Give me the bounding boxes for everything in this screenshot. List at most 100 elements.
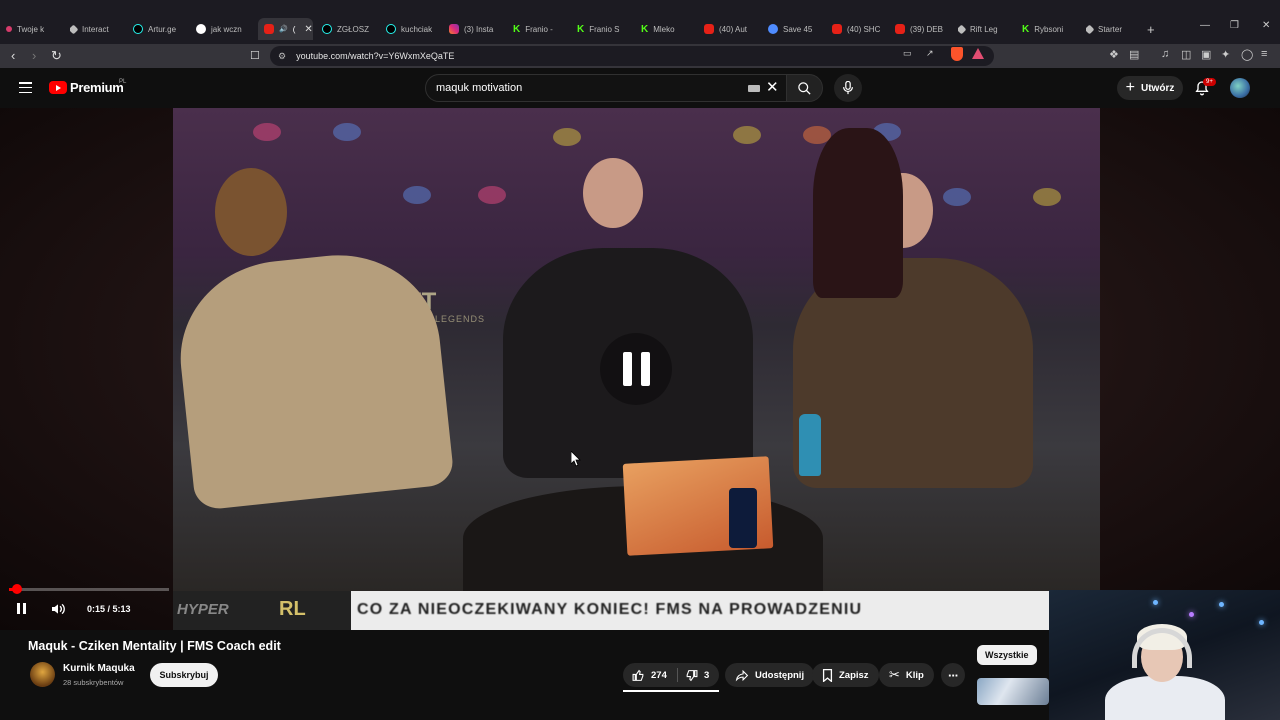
- video-player[interactable]: RIFT LEGENDS HYPER RL CO ZA NIEOCZEKIWAN…: [0, 108, 1280, 630]
- video-progress-bar[interactable]: [9, 584, 169, 594]
- browser-tab[interactable]: Rift Leg: [958, 18, 1018, 40]
- recommended-video-thumbnail[interactable]: [977, 678, 1049, 705]
- browser-tab[interactable]: Artur.ge: [133, 18, 193, 40]
- leo-ai-icon[interactable]: ✦: [1221, 48, 1230, 61]
- sidebar-toggle-icon[interactable]: ◫: [1181, 48, 1191, 61]
- keyboard-icon[interactable]: [748, 85, 760, 92]
- water-bottle: [799, 414, 821, 476]
- like-button[interactable]: 274: [632, 663, 667, 687]
- browser-tab[interactable]: (40) SHC: [832, 18, 892, 40]
- tab-label: (3) Insta: [464, 24, 494, 34]
- volume-icon[interactable]: [50, 601, 66, 617]
- clear-search-icon[interactable]: ✕: [766, 78, 779, 96]
- tab-favicon-icon: [958, 24, 967, 34]
- channel-name[interactable]: Kurnik Maquka: [63, 663, 135, 674]
- tab-close-icon[interactable]: ✕: [304, 24, 312, 35]
- minimize-button[interactable]: —: [1200, 20, 1210, 31]
- subscribe-button[interactable]: Subskrybuj: [150, 663, 218, 687]
- browser-tab[interactable]: (3) Insta: [449, 18, 509, 40]
- browser-tab[interactable]: ZGŁOSZ: [322, 18, 382, 40]
- extensions-icon[interactable]: ❖: [1109, 48, 1119, 61]
- tab-label: Rybsoni: [1034, 24, 1064, 34]
- person-left: [173, 245, 455, 511]
- browser-tab[interactable]: K Rybsoni: [1022, 18, 1082, 40]
- maximize-button[interactable]: ❐: [1230, 20, 1239, 31]
- share-page-icon[interactable]: ↗: [926, 48, 934, 59]
- tab-search-icon[interactable]: ▤: [1129, 48, 1139, 61]
- create-button[interactable]: + Utwórz: [1117, 76, 1183, 100]
- address-bar[interactable]: ⚙ youtube.com/watch?v=Y6WxmXeQaTE: [270, 46, 994, 66]
- thumbs-down-icon: [686, 669, 698, 681]
- browser-tab[interactable]: Twoje k: [6, 18, 66, 40]
- brave-rewards-icon[interactable]: [972, 48, 984, 59]
- more-actions-icon[interactable]: ···: [941, 663, 965, 687]
- browser-tab[interactable]: jak wczn: [196, 18, 256, 40]
- browser-tab[interactable]: K Franio -: [513, 18, 573, 40]
- browser-tab[interactable]: Save 45: [768, 18, 828, 40]
- youtube-premium-logo[interactable]: Premium: [49, 80, 124, 95]
- chip-all[interactable]: Wszystkie: [977, 645, 1037, 665]
- search-input[interactable]: [436, 82, 726, 94]
- account-avatar[interactable]: [1230, 78, 1250, 98]
- like-ratio-bar: [623, 690, 719, 692]
- search-icon: [798, 81, 811, 95]
- wallet-icon[interactable]: ▣: [1201, 48, 1211, 61]
- save-button[interactable]: Zapisz: [812, 663, 879, 687]
- microphone-icon: [843, 81, 853, 95]
- ticker-text: CO ZA NIEOCZEKIWANY KONIEC! FMS NA PROWA…: [357, 601, 863, 618]
- tab-favicon-icon: [832, 24, 842, 34]
- forward-icon[interactable]: ›: [32, 48, 36, 64]
- reload-icon[interactable]: ↻: [51, 48, 62, 64]
- tab-label: Twoje k: [17, 24, 45, 34]
- hamburger-menu-icon[interactable]: [19, 82, 32, 93]
- share-button[interactable]: Udostępnij: [725, 663, 815, 687]
- brave-shield-icon[interactable]: [951, 47, 963, 61]
- browser-tab[interactable]: (40) Aut: [704, 18, 764, 40]
- bookmark-icon[interactable]: ☐: [250, 48, 260, 64]
- channel-avatar[interactable]: [30, 662, 55, 687]
- center-pause-icon[interactable]: [600, 333, 672, 405]
- dislike-button[interactable]: 3: [685, 663, 709, 687]
- site-info-icon[interactable]: ⚙: [278, 51, 286, 62]
- youtube-masthead: Premium PL ✕ + Utwórz 9+: [0, 68, 1280, 108]
- tab-label: Interact: [82, 24, 109, 34]
- browser-tab[interactable]: Starter: [1086, 18, 1146, 40]
- tab-label: Rift Leg: [970, 24, 998, 34]
- tab-favicon-icon: K: [641, 23, 649, 35]
- browser-tab[interactable]: 🔊 (✕: [258, 18, 313, 40]
- tab-audio-icon[interactable]: 🔊: [279, 25, 288, 33]
- tab-favicon-icon: [386, 24, 396, 34]
- url-text: youtube.com/watch?v=Y6WxmXeQaTE: [296, 51, 455, 61]
- tab-favicon-icon: K: [1022, 23, 1030, 35]
- media-icon[interactable]: ♫: [1161, 48, 1169, 60]
- country-code: PL: [119, 79, 127, 85]
- browser-tab[interactable]: (39) DEB: [895, 18, 955, 40]
- clip-button[interactable]: ✂ Klip: [879, 663, 934, 687]
- search-box[interactable]: ✕: [425, 74, 787, 102]
- broadcast-ticker: HYPER RL CO ZA NIEOCZEKIWANY KONIEC! FMS…: [173, 591, 1049, 630]
- progress-scrubber[interactable]: [11, 584, 22, 594]
- tab-label: (39) DEB: [910, 24, 943, 34]
- browser-tab[interactable]: K Franio S: [577, 18, 637, 40]
- tab-label: (40) SHC: [847, 24, 881, 34]
- close-window-button[interactable]: ✕: [1262, 20, 1270, 31]
- notification-badge: 9+: [1203, 78, 1216, 86]
- menu-icon[interactable]: ≡: [1261, 48, 1267, 60]
- back-icon[interactable]: ‹: [11, 48, 15, 64]
- pause-icon[interactable]: [17, 603, 26, 614]
- browser-tab[interactable]: K Mleko: [641, 18, 701, 40]
- new-tab-button[interactable]: +: [1147, 22, 1155, 37]
- tab-favicon-icon: [264, 24, 274, 34]
- tab-favicon-icon: [704, 24, 714, 34]
- webcam-overlay: [1049, 590, 1280, 720]
- browser-tab[interactable]: kuchciak: [386, 18, 446, 40]
- browser-tab[interactable]: Interact: [70, 18, 130, 40]
- voice-search-button[interactable]: [834, 74, 862, 102]
- time-display: 0:15 / 5:13: [87, 604, 131, 614]
- vpn-icon[interactable]: ◯: [1241, 48, 1253, 61]
- search-button[interactable]: [786, 74, 823, 102]
- cast-icon[interactable]: ▭: [903, 48, 912, 59]
- tab-label: Franio -: [525, 24, 553, 34]
- like-dislike-group: 274 3: [623, 663, 719, 687]
- tab-favicon-icon: [1086, 24, 1095, 34]
